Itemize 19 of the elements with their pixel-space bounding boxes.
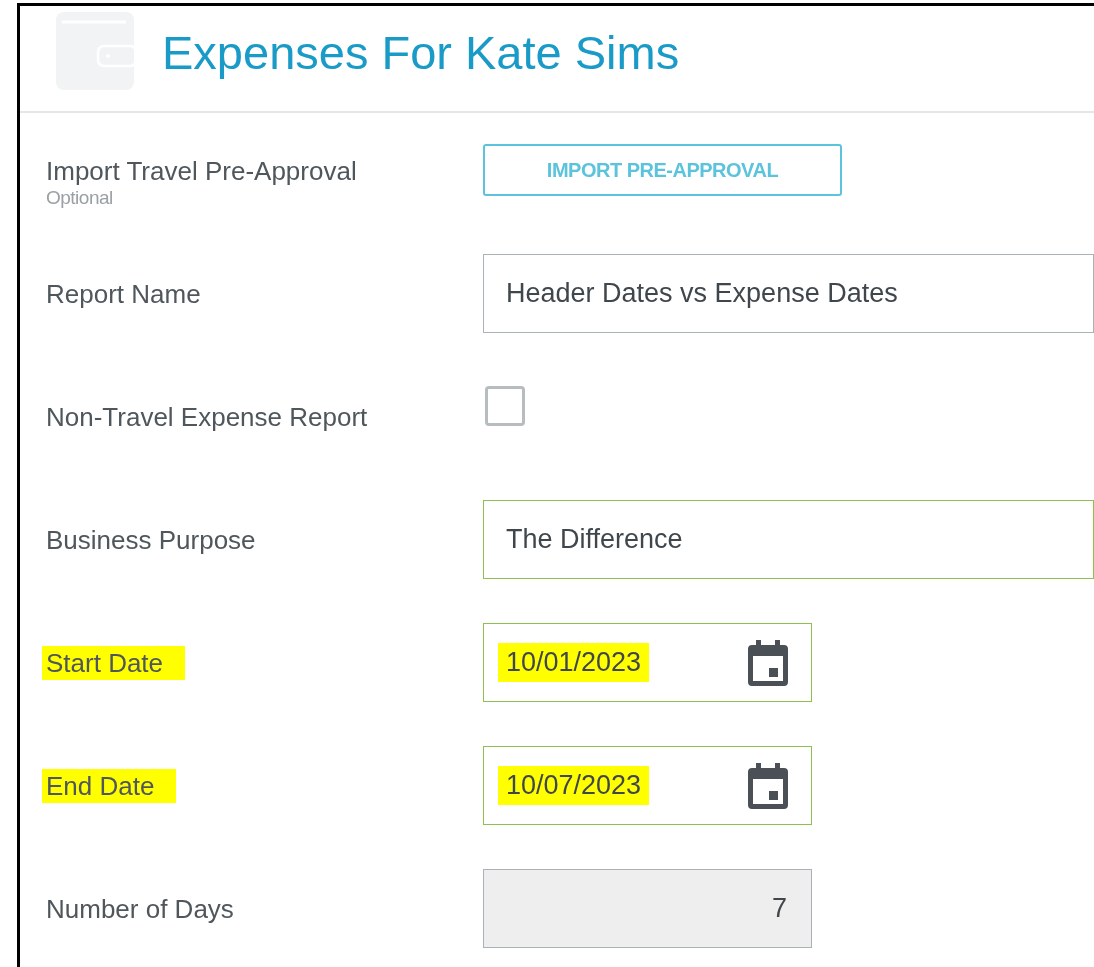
field-label: Report Name bbox=[46, 279, 201, 309]
field-label: End Date bbox=[42, 769, 177, 803]
date-value: 10/01/2023 bbox=[498, 643, 650, 682]
readonly-field: 7 bbox=[483, 869, 812, 948]
field-label: Start Date bbox=[42, 646, 186, 680]
field-label: Import Travel Pre-Approval bbox=[46, 156, 357, 186]
date-field[interactable]: 10/01/2023 bbox=[483, 623, 812, 702]
checkbox[interactable] bbox=[485, 386, 525, 426]
field-label: Business Purpose bbox=[46, 525, 256, 555]
page-title: Expenses For Kate Sims bbox=[162, 25, 680, 80]
optional-hint: Optional bbox=[46, 189, 114, 207]
date-field[interactable]: 10/07/2023 bbox=[483, 746, 812, 825]
text-field[interactable]: Header Dates vs Expense Dates bbox=[483, 254, 1094, 333]
calendar-icon[interactable] bbox=[747, 762, 789, 809]
text-field[interactable]: The Difference bbox=[483, 500, 1094, 579]
field-label: Non-Travel Expense Report bbox=[46, 402, 368, 432]
calendar-icon[interactable] bbox=[747, 639, 789, 686]
date-value: 10/07/2023 bbox=[498, 766, 650, 805]
field-label: Number of Days bbox=[46, 894, 234, 924]
